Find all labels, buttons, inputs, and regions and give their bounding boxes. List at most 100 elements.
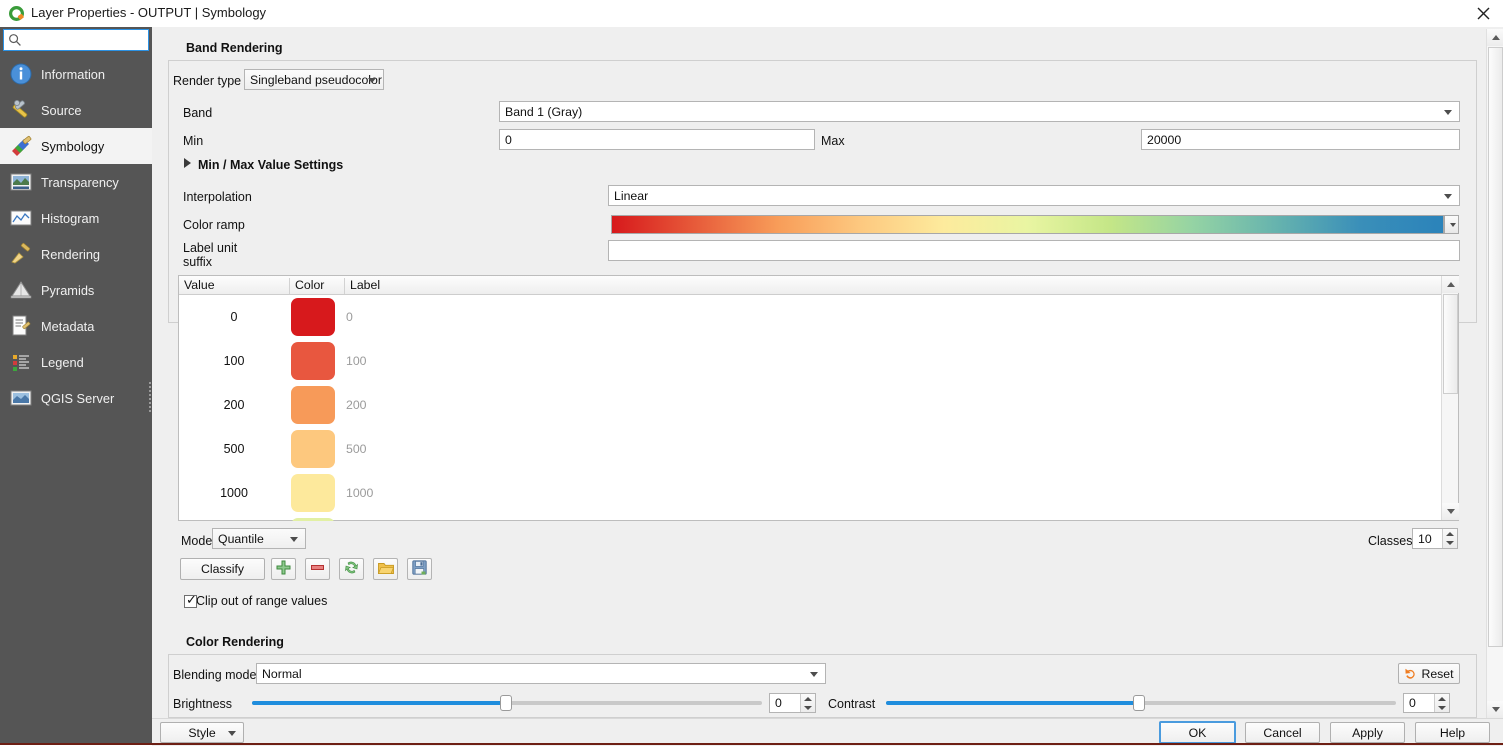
dialog-vertical-scrollbar[interactable] <box>1486 29 1503 718</box>
add-class-button[interactable] <box>271 558 296 580</box>
cell-value[interactable] <box>179 515 289 521</box>
cell-color-swatch[interactable] <box>291 386 335 424</box>
sidebar-item-legend[interactable]: Legend <box>0 344 152 380</box>
load-color-map-button[interactable] <box>373 558 398 580</box>
column-header-label[interactable]: Label <box>344 278 744 294</box>
spin-down-icon[interactable] <box>804 705 812 710</box>
scrollbar-thumb[interactable] <box>1488 47 1503 647</box>
flip-classes-button[interactable] <box>339 558 364 580</box>
remove-class-button[interactable] <box>305 558 330 580</box>
label-unit-suffix-label-line2: suffix <box>183 255 212 269</box>
chevron-down-icon <box>1444 109 1452 115</box>
sidebar-item-qgis-server[interactable]: QGIS Server <box>0 380 152 416</box>
table-row[interactable] <box>179 515 1441 521</box>
column-header-color[interactable]: Color <box>289 278 344 294</box>
max-label: Max <box>821 134 845 148</box>
search-input[interactable] <box>27 32 145 49</box>
band-value: Band 1 (Gray) <box>505 104 583 119</box>
contrast-slider-handle[interactable] <box>1133 695 1145 711</box>
save-color-map-button[interactable] <box>407 558 432 580</box>
classify-button[interactable]: Classify <box>180 558 265 580</box>
color-class-table[interactable]: Value Color Label 0 0 100 100 200 200 500 500 10… <box>178 275 1459 521</box>
information-icon <box>8 61 34 87</box>
sidebar-item-rendering[interactable]: Rendering <box>0 236 152 272</box>
table-row[interactable]: 200 200 <box>179 383 1441 427</box>
style-button[interactable]: Style <box>160 722 244 743</box>
cancel-button[interactable]: Cancel <box>1245 722 1320 743</box>
table-row[interactable]: 1000 1000 <box>179 471 1441 515</box>
scrollbar-thumb[interactable] <box>1443 294 1458 394</box>
max-input[interactable]: 20000 <box>1141 129 1460 150</box>
cell-label[interactable]: 500 <box>346 427 746 471</box>
table-vertical-scrollbar[interactable] <box>1441 276 1459 520</box>
search-box[interactable] <box>3 29 149 51</box>
blending-mode-combo[interactable]: Normal <box>256 663 826 684</box>
mode-combo[interactable]: Quantile <box>212 528 306 549</box>
contrast-spinner-buttons[interactable] <box>1434 694 1449 712</box>
cell-value[interactable]: 500 <box>179 427 289 471</box>
spin-up-icon[interactable] <box>804 696 812 701</box>
brightness-slider-handle[interactable] <box>500 695 512 711</box>
classes-spinner[interactable]: 10 <box>1412 528 1458 549</box>
cell-color-swatch[interactable] <box>291 474 335 512</box>
clip-out-of-range-checkbox[interactable]: ✓ <box>184 594 197 608</box>
table-row[interactable]: 100 100 <box>179 339 1441 383</box>
cell-value[interactable]: 100 <box>179 339 289 383</box>
sidebar-item-transparency[interactable]: Transparency <box>0 164 152 200</box>
style-label: Style <box>188 725 216 740</box>
scroll-down-button[interactable] <box>1442 503 1459 520</box>
brightness-slider-fill <box>252 701 505 705</box>
classes-spinner-buttons[interactable] <box>1442 529 1457 548</box>
brightness-spinner[interactable]: 0 <box>769 693 816 713</box>
sidebar-item-pyramids[interactable]: Pyramids <box>0 272 152 308</box>
cell-value[interactable]: 200 <box>179 383 289 427</box>
interpolation-combo[interactable]: Linear <box>608 185 1460 206</box>
contrast-value: 0 <box>1409 696 1416 710</box>
help-button[interactable]: Help <box>1415 722 1490 743</box>
table-row[interactable]: 500 500 <box>179 427 1441 471</box>
color-ramp-preview[interactable] <box>611 215 1444 234</box>
contrast-spinner[interactable]: 0 <box>1403 693 1450 713</box>
cell-color-swatch[interactable] <box>291 342 335 380</box>
spin-up-icon[interactable] <box>1446 531 1454 536</box>
histogram-icon <box>8 205 34 231</box>
ok-label: OK <box>1188 725 1207 740</box>
cell-label[interactable]: 100 <box>346 339 746 383</box>
legend-icon <box>8 349 34 375</box>
spin-up-icon[interactable] <box>1438 696 1446 701</box>
classes-label: Classes <box>1368 534 1413 548</box>
column-header-value[interactable]: Value <box>179 278 289 294</box>
apply-button[interactable]: Apply <box>1330 722 1405 743</box>
band-combo[interactable]: Band 1 (Gray) <box>499 101 1460 122</box>
sidebar-item-label: Rendering <box>41 246 101 262</box>
ok-button[interactable]: OK <box>1159 721 1236 744</box>
table-row[interactable]: 00 <box>179 295 1441 339</box>
cell-label[interactable]: 1000 <box>346 471 746 515</box>
label-unit-suffix-input[interactable] <box>608 240 1460 261</box>
cell-label[interactable]: 0 <box>346 295 746 339</box>
sidebar-item-histogram[interactable]: Histogram <box>0 200 152 236</box>
sidebar-item-information[interactable]: Information <box>0 56 152 92</box>
scroll-up-button[interactable] <box>1487 29 1503 46</box>
cell-label[interactable]: 200 <box>346 383 746 427</box>
cell-value[interactable]: 1000 <box>179 471 289 515</box>
brightness-spinner-buttons[interactable] <box>800 694 815 712</box>
sidebar-item-symbology[interactable]: Symbology <box>0 128 152 164</box>
cell-color-swatch[interactable] <box>291 298 335 336</box>
minmax-settings-expand-arrow[interactable] <box>184 158 191 168</box>
cell-label[interactable] <box>346 515 746 521</box>
sidebar-item-metadata[interactable]: Metadata <box>0 308 152 344</box>
scroll-up-button[interactable] <box>1442 276 1459 293</box>
scroll-down-button[interactable] <box>1487 701 1503 718</box>
color-ramp-dropdown-button[interactable] <box>1444 215 1459 234</box>
reset-button[interactable]: Reset <box>1398 663 1460 684</box>
render-type-combo[interactable]: Singleband pseudocolor <box>244 69 384 90</box>
spin-down-icon[interactable] <box>1446 541 1454 546</box>
min-input[interactable]: 0 <box>499 129 815 150</box>
cell-color-swatch[interactable] <box>291 430 335 468</box>
cell-color-swatch[interactable] <box>291 518 335 521</box>
spin-down-icon[interactable] <box>1438 705 1446 710</box>
close-icon[interactable] <box>1463 0 1503 27</box>
cell-value[interactable]: 0 <box>179 295 289 339</box>
sidebar-item-source[interactable]: Source <box>0 92 152 128</box>
